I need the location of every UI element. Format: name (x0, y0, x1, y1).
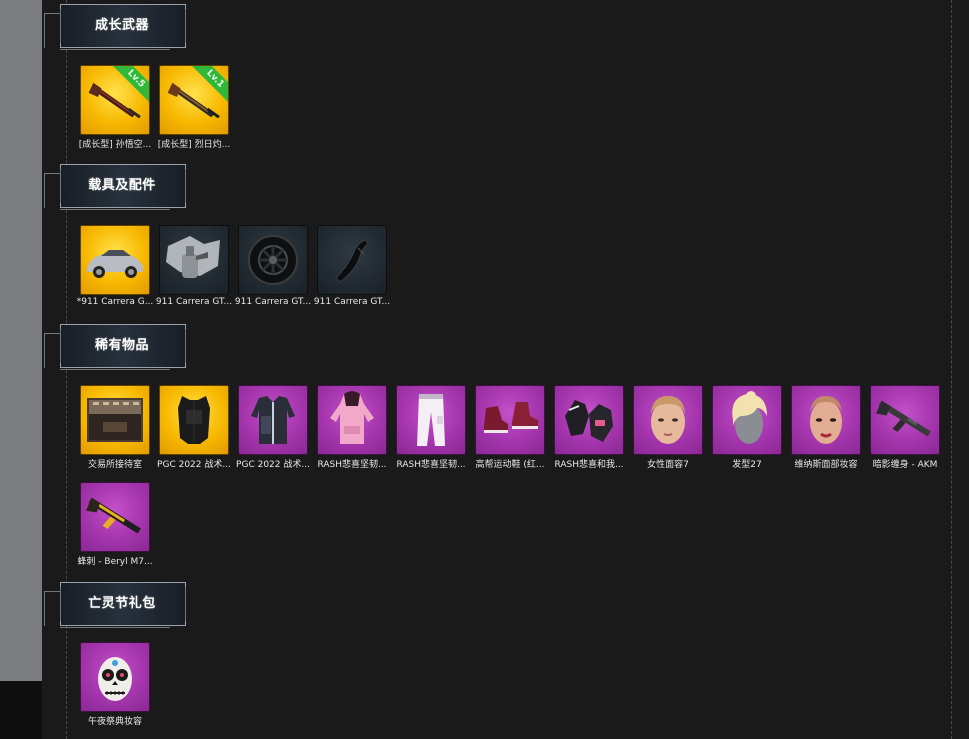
item-caption: [成长型] 烈日灼... (157, 140, 231, 150)
item-card[interactable]: 维纳斯面部妆容 (791, 385, 861, 471)
wheel-icon (248, 235, 298, 285)
item-caption: [成长型] 孙悟空... (78, 140, 152, 150)
item-thumbnail (870, 385, 940, 455)
item-card[interactable]: 发型27 (712, 385, 782, 471)
item-caption: *911 Carrera G... (76, 297, 154, 307)
item-caption: 交易所接待室 (87, 460, 142, 470)
item-thumbnail (159, 225, 229, 295)
item-caption: PGC 2022 战术... (157, 460, 231, 470)
item-card[interactable]: 交易所接待室 (80, 385, 150, 471)
item-card[interactable]: RASH悲喜坚韧... (317, 385, 387, 471)
section-header-growth-weapons: 成长武器 (44, 2, 186, 54)
item-caption: 女性面容7 (647, 460, 689, 470)
female-face-icon (651, 396, 685, 444)
item-thumbnail (712, 385, 782, 455)
item-card[interactable]: 高帮运动鞋 (红... (475, 385, 545, 471)
item-thumbnail (238, 385, 308, 455)
hoodie-icon (330, 391, 374, 444)
item-thumbnail (396, 385, 466, 455)
item-caption: 暗影缠身 - AKM (872, 460, 938, 470)
item-card[interactable]: 911 Carrera GT... (314, 225, 390, 311)
item-caption: 蜂刺 - Beryl M7... (77, 557, 153, 567)
section-title: 亡灵节礼包 (88, 596, 156, 611)
left-side-panel-footer (0, 681, 42, 739)
item-caption: 发型27 (732, 460, 762, 470)
item-card[interactable]: 午夜祭典妆容 (80, 642, 150, 728)
item-card[interactable]: 蜂刺 - Beryl M7... (77, 482, 153, 568)
section-title: 稀有物品 (94, 338, 149, 353)
section-title: 成长武器 (94, 18, 149, 33)
item-caption: PGC 2022 战术... (236, 460, 310, 470)
item-thumbnail (633, 385, 703, 455)
item-card[interactable]: RASH悲喜坚韧... (396, 385, 466, 471)
item-caption: 高帮运动鞋 (红... (475, 460, 545, 470)
left-side-panel (0, 0, 42, 681)
item-card[interactable]: PGC 2022 战术... (236, 385, 310, 471)
pants-icon (417, 394, 445, 446)
jacket-icon (251, 396, 295, 444)
item-card[interactable]: 暗影缠身 - AKM (870, 385, 940, 471)
room-icon (87, 398, 143, 442)
section-header-day-of-dead: 亡灵节礼包 (44, 580, 186, 632)
item-thumbnail (238, 225, 308, 295)
gloves-icon (565, 400, 613, 442)
rifle-icon (875, 400, 931, 437)
car-part-icon (335, 239, 369, 283)
rifle-icon (85, 497, 141, 534)
item-caption: 911 Carrera GT... (155, 297, 233, 307)
item-caption: RASH悲喜坚韧... (317, 460, 387, 470)
item-card[interactable]: Lv.5 [成长型] 孙悟空... (79, 65, 151, 151)
timeline-rail-right (951, 0, 952, 739)
sneakers-icon (484, 402, 538, 433)
item-card[interactable]: 911 Carrera GT... (235, 225, 311, 311)
item-thumbnail (80, 385, 150, 455)
sports-car-icon (87, 250, 143, 278)
item-thumbnail (317, 225, 387, 295)
item-caption: 911 Carrera GT... (234, 297, 312, 307)
item-thumbnail: Lv.1 (159, 65, 229, 135)
item-card[interactable]: Lv.1 [成长型] 烈日灼... (158, 65, 230, 151)
item-card[interactable]: RASH悲喜和我... (554, 385, 624, 471)
item-card[interactable]: *911 Carrera G... (77, 225, 153, 311)
item-thumbnail (159, 385, 229, 455)
section-title: 载具及配件 (88, 178, 156, 193)
item-thumbnail (80, 225, 150, 295)
car-paint-icon (166, 236, 220, 278)
item-caption: 午夜祭典妆容 (87, 717, 142, 727)
section-header-vehicles: 载具及配件 (44, 162, 186, 214)
item-thumbnail (554, 385, 624, 455)
item-thumbnail: Lv.5 (80, 65, 150, 135)
inventory-page: 成长武器 载具及配件 稀有物品 亡灵节礼包 Lv.5 [成长型] 孙悟空... … (0, 0, 969, 739)
hairstyle-icon (732, 391, 767, 444)
item-caption: 911 Carrera GT... (313, 297, 391, 307)
item-thumbnail (317, 385, 387, 455)
item-thumbnail (791, 385, 861, 455)
tactical-vest-icon (178, 396, 210, 444)
item-card[interactable]: 911 Carrera GT... (156, 225, 232, 311)
item-card[interactable]: 女性面容7 (633, 385, 703, 471)
item-card[interactable]: PGC 2022 战术... (157, 385, 231, 471)
item-thumbnail (80, 482, 150, 552)
makeup-face-icon (810, 396, 842, 444)
skull-makeup-icon (98, 657, 132, 701)
item-thumbnail (80, 642, 150, 712)
item-caption: RASH悲喜和我... (554, 460, 624, 470)
item-thumbnail (475, 385, 545, 455)
section-header-rare-items: 稀有物品 (44, 322, 186, 374)
item-caption: 维纳斯面部妆容 (794, 460, 858, 470)
item-caption: RASH悲喜坚韧... (396, 460, 466, 470)
